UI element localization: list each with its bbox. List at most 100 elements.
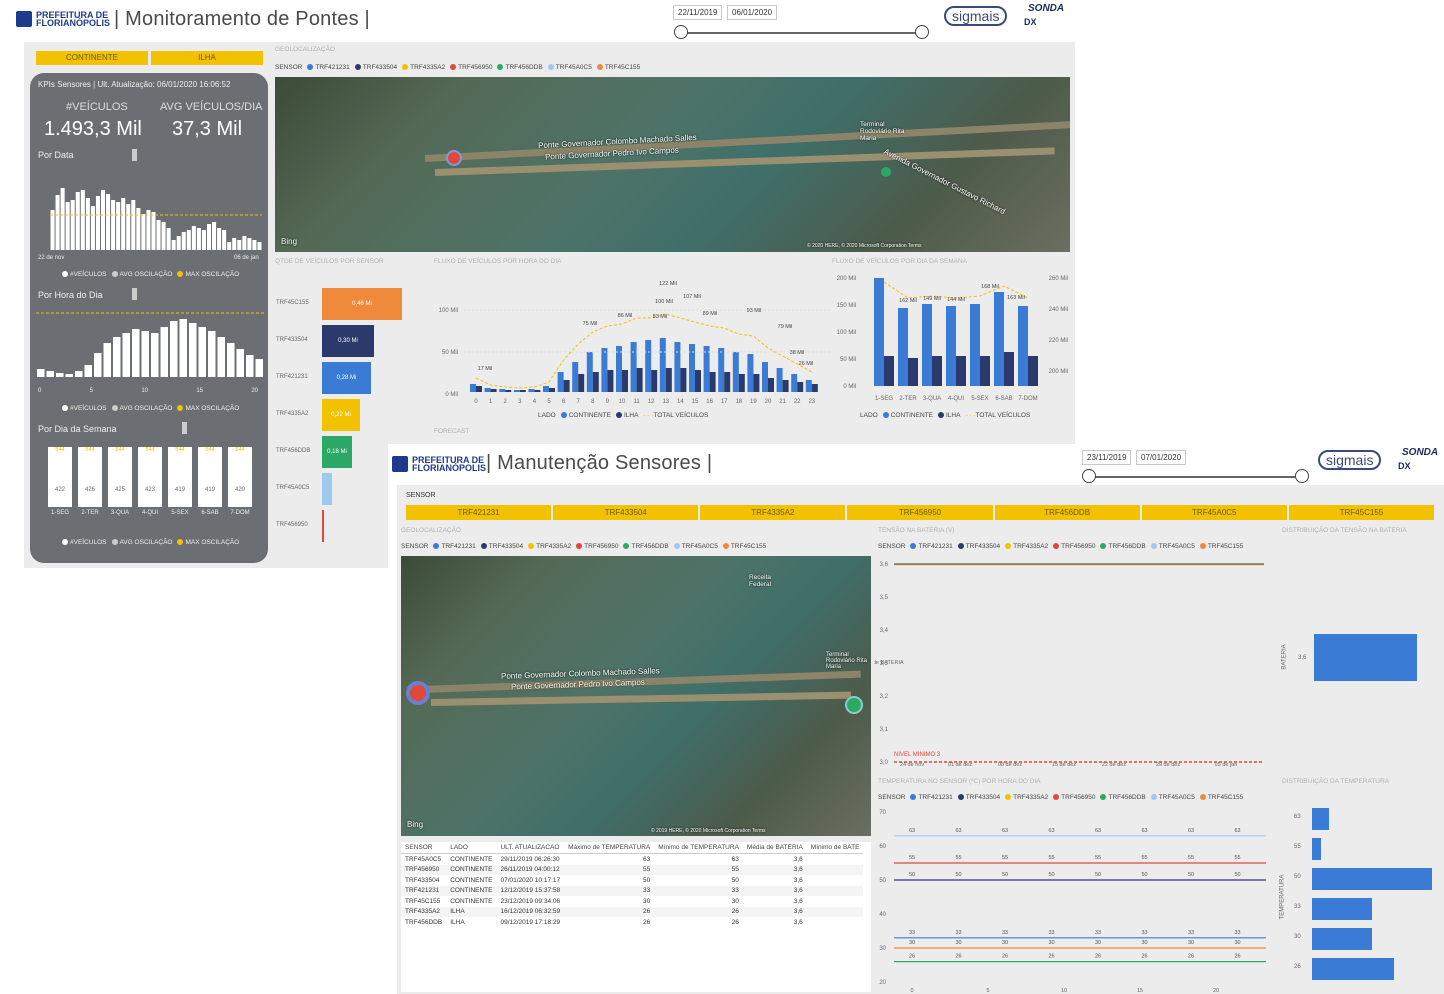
legend-item[interactable]: TRF456950 bbox=[450, 64, 492, 71]
legend-item[interactable]: TRF456950 bbox=[576, 543, 618, 550]
table-header[interactable]: Mínimo de BATE bbox=[806, 842, 864, 854]
legend-item[interactable]: TRF421231 bbox=[307, 64, 350, 71]
legend-item[interactable]: TRF456DDB bbox=[1100, 794, 1146, 801]
map-marker-green[interactable] bbox=[881, 167, 891, 177]
table-header[interactable]: Mínimo de TEMPERATURA bbox=[654, 842, 743, 854]
legend-item[interactable]: TRF456950 bbox=[1053, 543, 1095, 550]
date-slider-start[interactable] bbox=[674, 25, 688, 39]
dist-temp-chart: 63 55 50 33 30 26 bbox=[1294, 804, 1434, 989]
map-2[interactable]: Ponte Governador Colombo Machado Salles … bbox=[401, 556, 871, 836]
legend-item[interactable]: TRF421231 bbox=[910, 543, 953, 550]
tab-sensor[interactable]: TRF456950 bbox=[847, 505, 993, 520]
tab-sensor[interactable]: TRF45C155 bbox=[1288, 505, 1434, 520]
dist-temp-bar[interactable] bbox=[1312, 958, 1395, 980]
map-marker-red[interactable] bbox=[446, 150, 462, 166]
qtde-bar[interactable]: 0,22 Mi bbox=[322, 399, 360, 431]
dx-logo-2: DX bbox=[1398, 461, 1411, 471]
temp-point-label: 50 bbox=[1188, 872, 1194, 878]
tab-sensor[interactable]: TRF45A0C5 bbox=[1141, 505, 1287, 520]
tab-sensor[interactable]: TRF456DDB bbox=[994, 505, 1140, 520]
qtde-bar[interactable]: 0,30 Mi bbox=[322, 325, 374, 357]
tab-sensor[interactable]: TRF4335A2 bbox=[700, 505, 846, 520]
por-data-bar bbox=[196, 228, 201, 250]
legend-item[interactable]: TRF4335A2 bbox=[1005, 794, 1048, 801]
tab-sensor[interactable]: TRF433504 bbox=[553, 505, 699, 520]
qtde-bar[interactable]: 0,28 Mi bbox=[322, 362, 371, 394]
por-dia-slider[interactable] bbox=[182, 422, 187, 434]
temp-point-label: 33 bbox=[1002, 930, 1008, 936]
legend-item[interactable]: TRF45C155 bbox=[596, 64, 640, 71]
legend-item[interactable]: TRF45C155 bbox=[1199, 794, 1243, 801]
tab-sensor[interactable]: TRF421231 bbox=[406, 505, 552, 520]
por-hora-bar bbox=[160, 327, 168, 377]
table-row[interactable]: TRF433504 CONTINENTE 07/01/2020 10:17:17 50… bbox=[401, 875, 863, 886]
x-tick: 15 bbox=[692, 399, 699, 405]
date-slider-end-2[interactable] bbox=[1295, 469, 1309, 483]
legend-item[interactable]: TRF45A0C5 bbox=[673, 543, 718, 550]
date-to[interactable]: 06/01/2020 bbox=[727, 5, 778, 20]
dist-temp-bar[interactable] bbox=[1312, 808, 1330, 830]
legend-item[interactable]: TRF433504 bbox=[957, 543, 1000, 550]
date-slider-start-2[interactable] bbox=[1082, 469, 1096, 483]
table-row[interactable]: TRF456DDB ILHA 09/12/2019 17:18:29 26 26 3,6 bbox=[401, 917, 863, 928]
por-hora-bar bbox=[56, 373, 64, 377]
fluxo-hora-title: FLUXO DE VEÍCULOS POR HORA DO DIA bbox=[434, 258, 562, 265]
legend-item[interactable]: TRF456DDB bbox=[1100, 543, 1146, 550]
table-row[interactable]: TRF4335A2 ILHA 16/12/2019 06:32:59 26 26 3,6 bbox=[401, 906, 864, 917]
legend-item[interactable]: TRF456DDB bbox=[623, 543, 669, 550]
date-from[interactable]: 22/11/2019 bbox=[673, 5, 723, 20]
dist-temp-bar[interactable] bbox=[1312, 928, 1372, 950]
dist-temp-bar[interactable] bbox=[1312, 838, 1321, 860]
tab-continente[interactable]: CONTINENTE bbox=[36, 51, 148, 65]
date-to-2[interactable]: 07/01/2020 bbox=[1136, 450, 1187, 465]
table-header[interactable]: Máximo de TEMPERATURA bbox=[564, 842, 655, 854]
date-from-2[interactable]: 23/11/2019 bbox=[1082, 450, 1132, 465]
map2-marker-red[interactable] bbox=[406, 681, 430, 705]
legend-item[interactable]: TRF45A0C5 bbox=[547, 64, 592, 71]
legend-item[interactable]: TRF45A0C5 bbox=[1150, 543, 1195, 550]
table-row[interactable]: TRF456950 CONTINENTE 26/11/2019 04:00:12 55… bbox=[401, 864, 864, 875]
qtde-bar[interactable] bbox=[322, 510, 324, 542]
legend-item[interactable]: TRF456950 bbox=[1053, 794, 1095, 801]
table-header[interactable]: ULT. ATUALIZACAO bbox=[496, 842, 565, 854]
bar-ilha bbox=[709, 372, 716, 392]
dist-temp-bar[interactable] bbox=[1312, 868, 1432, 890]
map-1[interactable]: Ponte Governador Colombo Machado Salles … bbox=[275, 77, 1070, 252]
legend-item[interactable]: TRF45C155 bbox=[1199, 543, 1243, 550]
legend-item[interactable]: TRF4335A2 bbox=[1005, 543, 1048, 550]
table-header[interactable]: LADO bbox=[446, 842, 497, 854]
por-data-bar bbox=[151, 212, 156, 250]
y-tick: 0 Mil bbox=[843, 384, 856, 390]
qtde-bar[interactable] bbox=[322, 473, 332, 505]
qtde-bar[interactable]: 0,18 Mi bbox=[322, 436, 352, 468]
map2-marker-green[interactable] bbox=[845, 696, 863, 714]
temp-point-label: 33 bbox=[1141, 930, 1147, 936]
dist-temp-bar[interactable] bbox=[1312, 898, 1372, 920]
table-row[interactable]: TRF45C155 CONTINENTE 23/12/2019 09:34:06 30… bbox=[401, 896, 863, 907]
x-tick: 01 de dez bbox=[948, 762, 972, 768]
por-data-slider[interactable] bbox=[132, 149, 137, 161]
legend-item[interactable]: TRF456DDB bbox=[497, 64, 543, 71]
temp-point-label: 26 bbox=[1234, 954, 1240, 960]
legend-item[interactable]: TRF421231 bbox=[910, 794, 953, 801]
por-hora-slider[interactable] bbox=[132, 288, 137, 300]
legend-item[interactable]: TRF45C155 bbox=[722, 543, 766, 550]
date-slider-end[interactable] bbox=[915, 25, 929, 39]
legend-item[interactable]: TRF433504 bbox=[354, 64, 397, 71]
dist-tensao-axis: BATERIA bbox=[1281, 644, 1288, 670]
table-header[interactable]: Média de BATERIA bbox=[742, 842, 807, 854]
legend-item[interactable]: TRF433504 bbox=[480, 543, 523, 550]
legend-item[interactable]: TRF421231 bbox=[433, 543, 476, 550]
legend-item[interactable]: TRF4335A2 bbox=[528, 543, 571, 550]
por-dia-top-label: 544 bbox=[145, 447, 155, 453]
legend-item[interactable]: TRF4335A2 bbox=[402, 64, 445, 71]
tab-ilha[interactable]: ILHA bbox=[151, 51, 263, 65]
table-row[interactable]: TRF45A0C5 CONTINENTE 29/11/2019 06:26:30 63… bbox=[401, 854, 863, 865]
por-dia-top-label: 544 bbox=[205, 447, 215, 453]
dist-tensao-bar[interactable] bbox=[1314, 634, 1417, 681]
legend-item[interactable]: TRF433504 bbox=[957, 794, 1000, 801]
table-header[interactable]: SENSOR bbox=[401, 842, 447, 854]
table-row[interactable]: TRF421231 CONTINENTE 12/12/2019 15:37:58 33… bbox=[401, 885, 864, 896]
legend-item[interactable]: TRF45A0C5 bbox=[1150, 794, 1195, 801]
qtde-bar[interactable]: 0,46 Mi bbox=[322, 288, 402, 320]
